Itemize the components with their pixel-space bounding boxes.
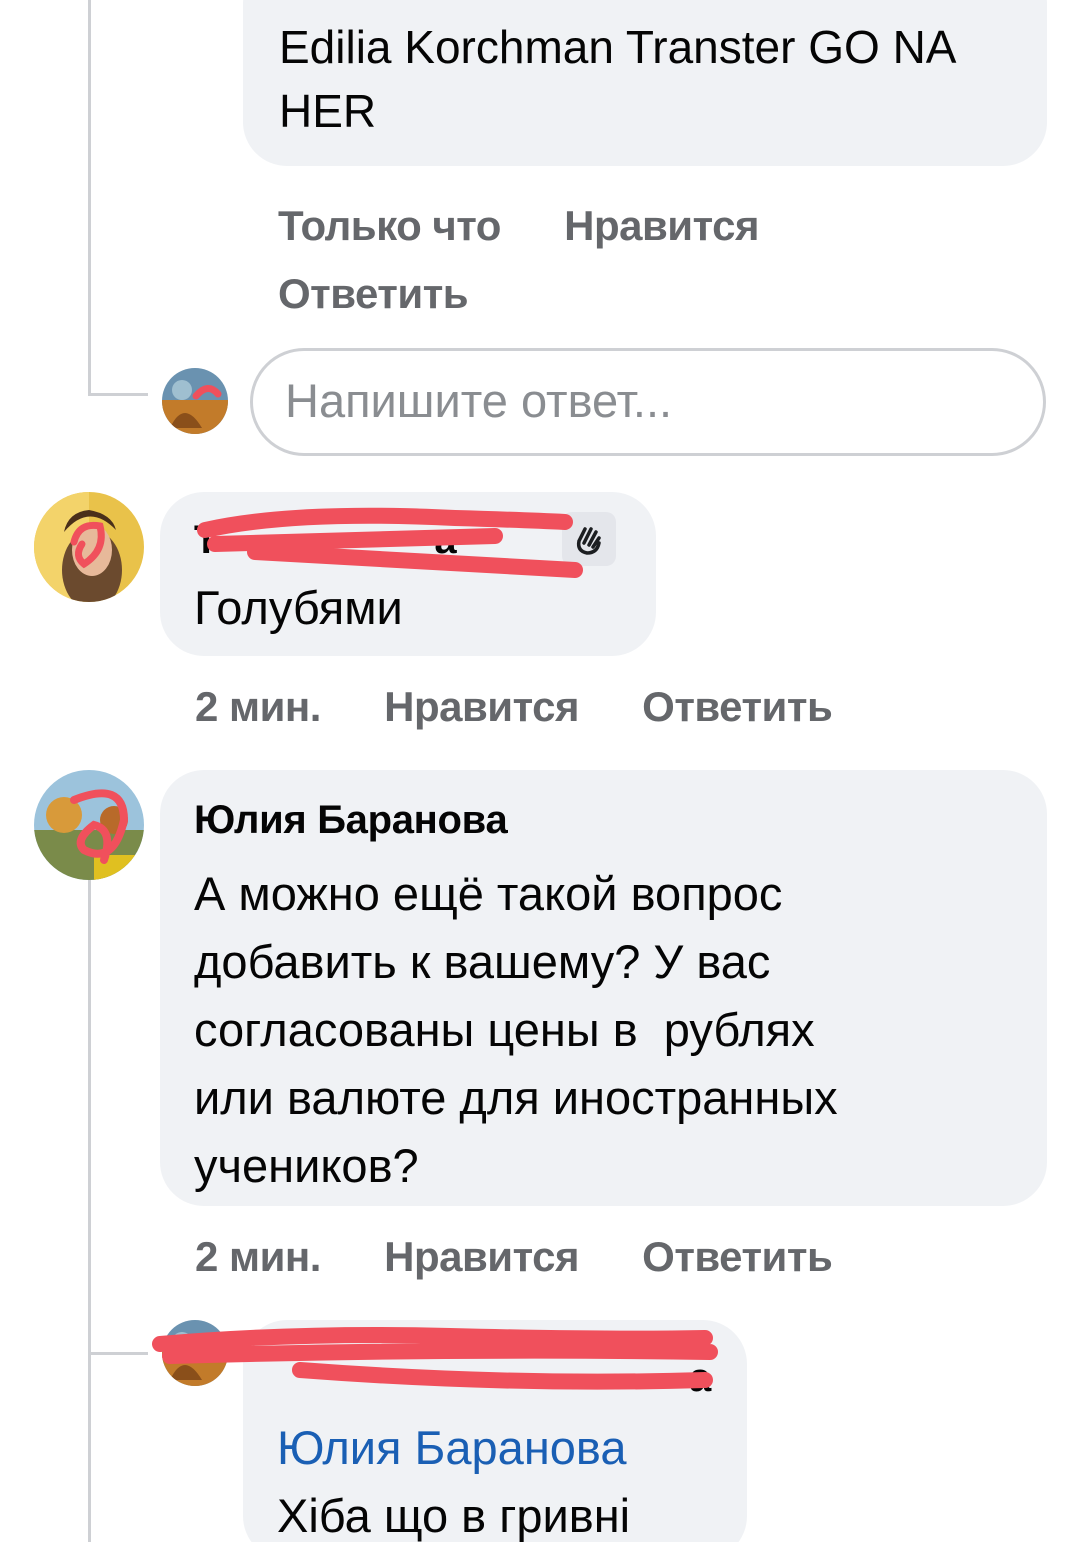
comment-text: Голубями [194, 581, 403, 634]
reply-button[interactable]: Ответить [642, 682, 833, 732]
comment-text: Хіба що в гривні [277, 1489, 631, 1542]
comment-time: 2 мин. [195, 683, 321, 730]
thread-connector [88, 393, 148, 396]
comment-text-line: согласованы цены в рублях [194, 1003, 815, 1056]
comment-text: Edilia Korchman Transter GO NA HER [279, 21, 954, 137]
comment-actions: Только что Нравится Ответить [278, 192, 760, 328]
comment-text: А можно ещё такой вопрос добавить к ваше… [194, 860, 1013, 1200]
reply-input[interactable]: Напишите ответ... [250, 348, 1046, 456]
reply-button[interactable]: Ответить [642, 1232, 833, 1282]
avatar[interactable] [162, 1320, 228, 1386]
comment-text-line: или валюте для иностранных [194, 1071, 838, 1124]
comment-text-line: учеников? [194, 1139, 419, 1192]
avatar[interactable] [34, 770, 144, 880]
comment-actions: 2 мин. Нравится Ответить [195, 1232, 833, 1282]
comment-bubble: Т а Голубями [160, 492, 656, 656]
comments-thread: Edilia Korchman Transter GO NA HER Тольк… [0, 0, 1080, 1542]
comment-author[interactable]: а [277, 1354, 713, 1402]
mention-link[interactable]: Юлия Баранова [277, 1414, 713, 1482]
like-button[interactable]: Нравится [384, 1232, 579, 1282]
comment-bubble: а Юлия Баранова Хіба що в гривні [243, 1320, 747, 1542]
current-user-avatar [162, 368, 228, 434]
thread-line [88, 1355, 91, 1542]
comment-author[interactable]: Юлия Баранова [194, 796, 1013, 844]
reply-button[interactable]: Ответить [278, 260, 469, 328]
avatar[interactable] [34, 492, 144, 602]
thread-line [88, 880, 91, 1360]
reply-placeholder: Напишите ответ... [285, 374, 673, 427]
comment-author[interactable]: Т а [194, 512, 622, 568]
comment-bubble: Юлия Баранова А можно ещё такой вопрос д… [160, 770, 1047, 1206]
comment-time: Только что [278, 202, 501, 249]
comment-bubble: Edilia Korchman Transter GO NA HER [243, 0, 1047, 166]
like-button[interactable]: Нравится [564, 192, 759, 260]
thread-line [88, 0, 91, 396]
like-button[interactable]: Нравится [384, 682, 579, 732]
waving-hand-icon [562, 512, 616, 566]
comment-text-line: А можно ещё такой вопрос [194, 867, 783, 920]
comment-text-line: добавить к вашему? У вас [194, 935, 771, 988]
thread-connector [88, 1352, 148, 1355]
comment-actions: 2 мин. Нравится Ответить [195, 682, 833, 732]
comment-time: 2 мин. [195, 1233, 321, 1280]
